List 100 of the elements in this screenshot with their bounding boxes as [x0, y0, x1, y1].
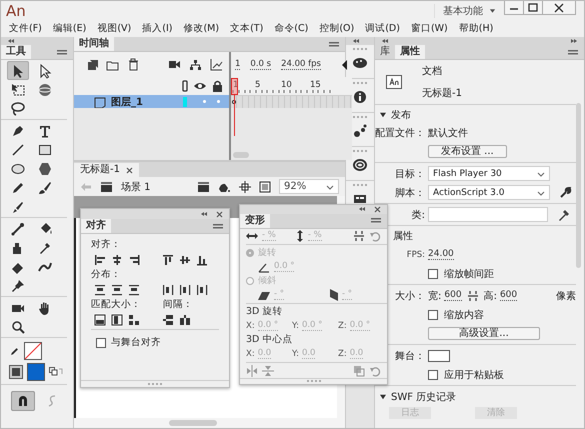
distribute-icon[interactable] — [162, 284, 174, 296]
rings-icon[interactable] — [353, 158, 367, 172]
vertical-scrollbar[interactable] — [576, 103, 581, 268]
script-select[interactable]: ActionScript 3.0 — [428, 185, 550, 200]
new-layer-icon[interactable] — [86, 58, 98, 70]
checkbox[interactable] — [428, 268, 438, 278]
distribute-icon[interactable] — [196, 284, 208, 296]
panel-menu-icon[interactable] — [57, 50, 67, 54]
menu-item[interactable]: 控制(O) — [319, 22, 354, 35]
distribute-icon[interactable] — [94, 284, 106, 296]
match-size-icon[interactable] — [94, 314, 106, 326]
distribute-icon[interactable] — [128, 284, 140, 296]
outline-icon[interactable] — [182, 80, 188, 92]
hierarchy-icon[interactable] — [189, 58, 202, 70]
previous-icon[interactable] — [340, 58, 348, 70]
spacing-icon[interactable] — [162, 314, 174, 326]
close-button[interactable] — [543, 1, 575, 14]
snap-button[interactable] — [11, 391, 35, 411]
fps-value[interactable]: 24.00 — [428, 249, 454, 260]
visibility-dot[interactable] — [203, 100, 206, 103]
menu-item[interactable]: 调试(D) — [365, 22, 400, 35]
panel-tab[interactable]: 工具 — [1, 45, 31, 59]
menu-item[interactable]: 文本(T) — [230, 22, 264, 35]
panel-tab[interactable]: 对齐 — [81, 219, 111, 233]
palette-icon[interactable] — [352, 56, 368, 70]
swap-colors-icon[interactable] — [49, 367, 63, 377]
spacing-icon[interactable] — [179, 314, 191, 326]
scrollbar-thumb[interactable] — [233, 152, 249, 158]
document-tab[interactable]: 无标题-1 — [74, 163, 139, 177]
fill-color-swatch[interactable] — [27, 363, 45, 381]
menu-item[interactable]: 窗口(W) — [410, 22, 448, 35]
clip-icon[interactable] — [259, 180, 271, 192]
panel-menu-icon[interactable] — [213, 224, 223, 228]
section-header[interactable]: SWF 历史记录 — [375, 387, 576, 405]
lock-dot[interactable] — [217, 100, 220, 103]
align-icon[interactable] — [162, 254, 174, 266]
panel-menu-icon[interactable] — [329, 42, 339, 46]
class-field[interactable] — [428, 207, 548, 222]
stroke-color-swatch[interactable] — [24, 342, 42, 360]
distribute-icon[interactable] — [179, 284, 191, 296]
panel-menu-icon[interactable] — [371, 218, 381, 224]
workspace-switcher[interactable]: 基本功能 — [434, 4, 504, 18]
close-icon[interactable] — [126, 166, 133, 174]
folder-icon[interactable] — [106, 58, 119, 70]
menu-item[interactable]: 视图(V) — [97, 22, 132, 35]
checkbox[interactable] — [428, 370, 438, 380]
menu-item[interactable]: 插入(I) — [142, 22, 172, 35]
stage-color-swatch[interactable] — [428, 350, 450, 362]
panel-menu-icon[interactable] — [568, 50, 578, 54]
checkbox[interactable] — [428, 310, 438, 320]
panel-tab[interactable]: 时间轴 — [74, 37, 114, 51]
tool-button[interactable] — [7, 61, 29, 80]
swatches-icon[interactable] — [353, 192, 367, 206]
align-icon[interactable] — [111, 254, 123, 266]
menu-item[interactable]: 修改(M) — [183, 22, 220, 35]
elapsed-time[interactable]: 0.0 s — [250, 59, 272, 70]
match-size-icon[interactable] — [128, 314, 140, 326]
eye-icon[interactable] — [194, 80, 206, 92]
fill-icon[interactable] — [9, 365, 23, 379]
current-frame[interactable]: 1 — [235, 59, 240, 70]
close-icon[interactable] — [216, 210, 223, 218]
width-value[interactable]: 600 — [444, 290, 462, 301]
link-icon[interactable] — [466, 290, 479, 302]
dots-icon[interactable] — [353, 124, 367, 138]
edit-scene-icon[interactable] — [197, 180, 210, 193]
panel-tab[interactable]: 属性 — [395, 45, 425, 59]
lock-icon[interactable] — [212, 80, 223, 92]
height-value[interactable]: 600 — [500, 290, 518, 301]
align-icon[interactable] — [94, 254, 106, 266]
align-icon[interactable] — [128, 254, 140, 266]
menu-item[interactable]: 文件(F) — [9, 22, 42, 35]
grip-icon[interactable] — [306, 380, 320, 382]
target-select[interactable]: Flash Player 30 — [428, 166, 550, 181]
graph-icon[interactable] — [210, 58, 223, 71]
info-icon[interactable] — [353, 90, 367, 104]
panel-tab[interactable]: 库 — [375, 45, 395, 59]
section-header[interactable]: 发布 — [375, 105, 576, 123]
horizontal-scrollbar[interactable] — [74, 418, 337, 428]
center-stage-icon[interactable] — [239, 180, 251, 192]
playhead[interactable] — [231, 78, 238, 95]
section-header[interactable]: 属性 — [393, 231, 413, 242]
minimize-button[interactable] — [505, 1, 524, 14]
camera-icon[interactable] — [168, 58, 181, 71]
panel-tab[interactable]: 变形 — [240, 214, 270, 228]
maximize-button[interactable] — [524, 1, 543, 14]
link-icon[interactable] — [353, 230, 365, 242]
menu-item[interactable]: 命令(C) — [274, 22, 308, 35]
align-icon[interactable] — [196, 254, 208, 266]
trash-icon[interactable] — [127, 58, 139, 71]
menu-item[interactable]: 编辑(E) — [52, 22, 86, 35]
wrench-icon[interactable] — [559, 186, 572, 199]
publish-settings-button[interactable]: 发布设置 ... — [428, 145, 507, 158]
align-icon[interactable] — [179, 254, 191, 266]
close-icon[interactable] — [374, 206, 381, 213]
menu-item[interactable]: 帮助(H) — [458, 22, 494, 35]
distribute-icon[interactable] — [111, 284, 123, 296]
match-size-icon[interactable] — [111, 314, 123, 326]
advanced-settings-button[interactable]: 高级设置... — [428, 327, 540, 340]
layer-row[interactable]: 图层_1 — [74, 95, 231, 108]
frame-rate[interactable]: 24.00 fps — [281, 59, 321, 70]
